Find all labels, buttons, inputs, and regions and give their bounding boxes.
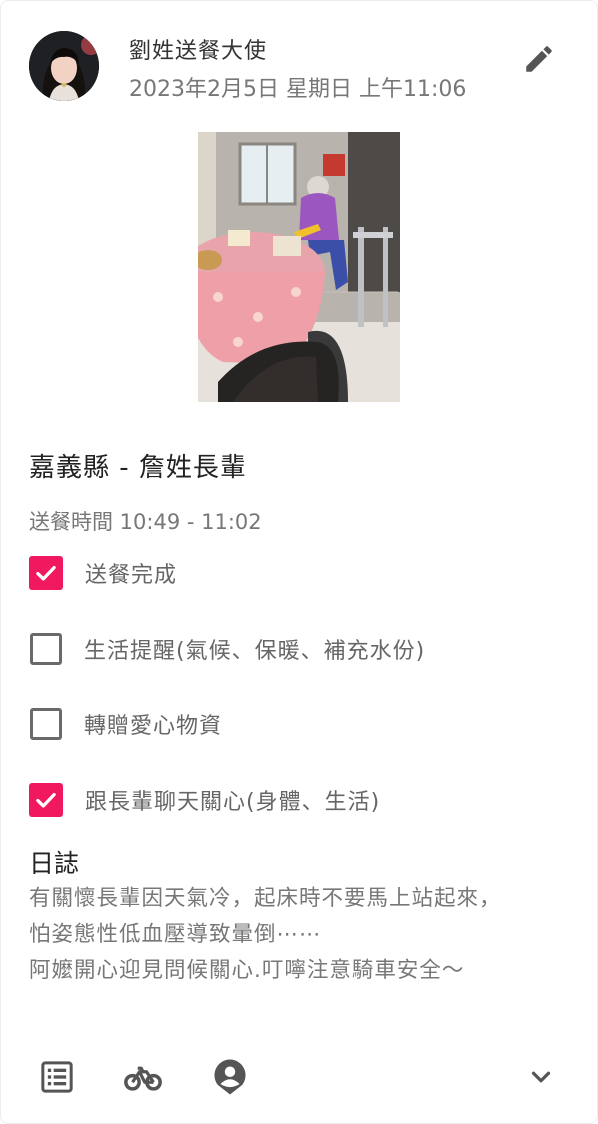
task-chat-care[interactable]: 跟長輩聊天關心(身體、生活) <box>29 780 569 820</box>
task-label: 生活提醒(氣候、保暖、補充水份) <box>84 639 426 664</box>
post-title: 嘉義縣 - 詹姓長輩 <box>29 453 247 483</box>
task-donate-supplies[interactable]: 轉贈愛心物資 <box>29 704 569 744</box>
post-date: 2023年2月5日 星期日 上午11:06 <box>129 77 467 102</box>
expand-button[interactable] <box>517 1053 565 1101</box>
author-name: 劉姓送餐大使 <box>129 39 268 64</box>
notes-line: 阿嬤開心迎見問候關心.叮嚀注意騎車安全～ <box>29 958 465 983</box>
task-label: 轉贈愛心物資 <box>84 714 223 739</box>
checkbox-checked[interactable] <box>29 783 63 817</box>
person-pin-icon <box>214 1059 246 1095</box>
chevron-down-icon <box>531 1071 551 1083</box>
check-icon <box>36 565 56 581</box>
list-icon <box>41 1061 73 1093</box>
post-header: 劉姓送餐大使 2023年2月5日 星期日 上午11:06 <box>29 31 571 103</box>
pencil-icon <box>526 46 552 72</box>
post-footer <box>1 1053 598 1101</box>
notes-line: 有關懷長輩因天氣冷，起床時不要馬上站起來， <box>29 886 502 911</box>
checkbox-unchecked[interactable] <box>30 633 62 665</box>
task-life-reminder[interactable]: 生活提醒(氣候、保暖、補充水份) <box>29 629 569 669</box>
notes-heading: 日誌 <box>29 849 80 878</box>
person-pin-button[interactable] <box>206 1053 254 1101</box>
checkbox-unchecked[interactable] <box>30 708 62 740</box>
avatar[interactable] <box>29 31 99 101</box>
edit-button[interactable] <box>519 39 559 79</box>
checkbox-checked[interactable] <box>29 556 63 590</box>
notes-body: 有關懷長輩因天氣冷，起床時不要馬上站起來， 怕姿態性低血壓導致暈倒⋯⋯ 阿嬤開心… <box>29 881 574 989</box>
notes-line: 怕姿態性低血壓導致暈倒⋯⋯ <box>29 922 322 947</box>
list-button[interactable] <box>33 1053 81 1101</box>
task-label: 送餐完成 <box>85 563 178 588</box>
check-icon <box>36 792 56 808</box>
delivery-time: 送餐時間 10:49 - 11:02 <box>29 510 262 534</box>
post-card: 劉姓送餐大使 2023年2月5日 星期日 上午11:06 嘉義縣 - 詹姓長輩 … <box>0 0 598 1124</box>
task-label: 跟長輩聊天關心(身體、生活) <box>85 790 381 815</box>
bicycle-icon <box>124 1066 162 1091</box>
delivery-photo[interactable] <box>198 132 400 402</box>
bicycle-button[interactable] <box>119 1053 167 1101</box>
task-meal-delivered[interactable]: 送餐完成 <box>29 553 569 593</box>
